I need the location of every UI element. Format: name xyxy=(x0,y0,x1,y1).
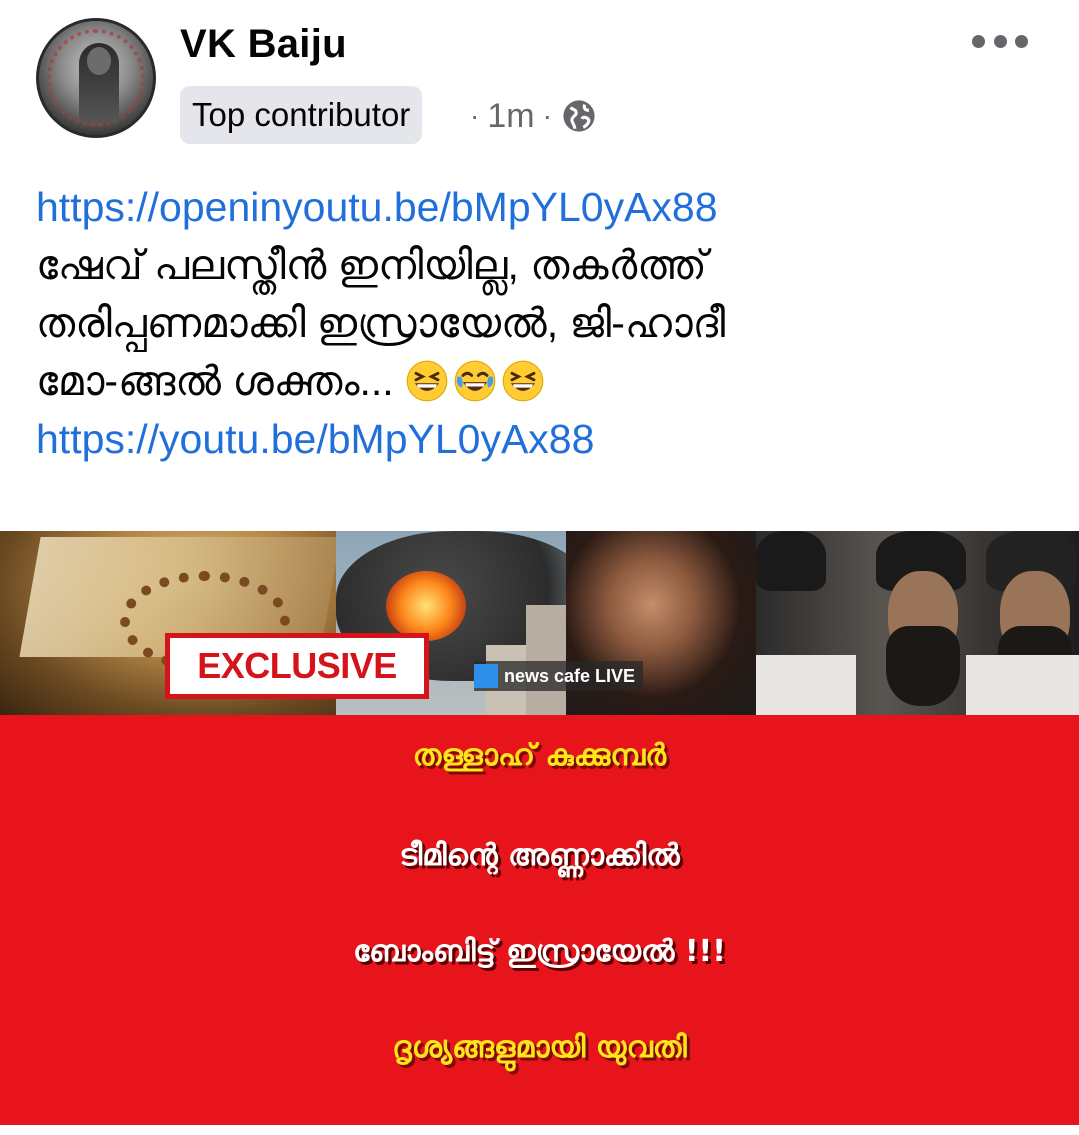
author-name[interactable]: VK Baiju xyxy=(180,22,347,67)
post-image[interactable]: EXCLUSIVE news cafe LIVE തള്ളാഹ് കുക്കുമ… xyxy=(0,531,1079,1135)
face-with-tears-of-joy-icon xyxy=(454,360,496,402)
more-dot xyxy=(1015,34,1028,48)
exclusive-label: EXCLUSIVE xyxy=(165,633,429,699)
top-contributor-badge[interactable]: Top contributor xyxy=(180,86,423,144)
post-meta: · 1m · xyxy=(462,92,596,140)
post-text-line-3: മോ-ങ്ങൽ ശക്തം... xyxy=(36,358,394,404)
meta-separator: · xyxy=(542,100,552,131)
post-link-1[interactable]: https://openinyoutu.be/bMpYL0yAx88 xyxy=(36,178,1046,236)
headline-line-1: തള്ളാഹ് കുക്കുമ്പർ xyxy=(412,738,667,773)
grinning-squinting-face-icon xyxy=(502,360,544,402)
channel-text: news cafe LIVE xyxy=(504,665,636,686)
post-text-line-3-wrap: മോ-ങ്ങൽ ശക്തം... xyxy=(36,352,1046,410)
post-link-2[interactable]: https://youtu.be/bMpYL0yAx88 xyxy=(36,410,1046,468)
meta-separator: · xyxy=(470,100,480,131)
image-robe xyxy=(966,655,1079,715)
globe-icon[interactable] xyxy=(562,99,596,133)
more-dot xyxy=(972,34,985,48)
image-robe xyxy=(756,655,856,715)
post-body: https://openinyoutu.be/bMpYL0yAx88 ഷേവ് … xyxy=(36,178,1046,468)
grinning-squinting-face-icon xyxy=(406,360,448,402)
image-beard xyxy=(886,626,960,706)
more-dot xyxy=(993,34,1007,48)
author-avatar[interactable] xyxy=(36,18,156,138)
headline-panel: തള്ളാഹ് കുക്കുമ്പർ ടീമിന്റെ അണ്ണാക്കിൽ ബ… xyxy=(0,715,1079,1135)
panel-bottom-border xyxy=(0,1125,1079,1135)
channel-label: news cafe LIVE xyxy=(474,661,644,691)
post-text-line-2: തരിപ്പണമാക്കി ഇസ്രായേൽ, ജി-ഹാദീ xyxy=(36,300,726,346)
headline-line-4: ദൃശ്യങ്ങളുമായി യുവതി xyxy=(392,1030,687,1065)
image-group-of-men xyxy=(756,531,1079,715)
headline-line-3: ബോംബിട്ട് ഇസ്രായേൽ !!! xyxy=(353,934,726,969)
post-time[interactable]: 1m xyxy=(487,97,534,136)
post-header: VK Baiju Top contributor · 1m · xyxy=(0,0,1079,160)
image-fire xyxy=(386,571,466,641)
more-options-icon[interactable] xyxy=(972,28,1028,54)
post-text-line-1: ഷേവ് പലസ്തീൻ ഇനിയില്ല, തകർത്ത് xyxy=(36,242,707,288)
headline-line-2: ടീമിന്റെ അണ്ണാക്കിൽ xyxy=(399,838,680,873)
avatar-head xyxy=(87,47,111,75)
image-turban xyxy=(756,531,826,591)
exclusive-text: EXCLUSIVE xyxy=(197,645,397,686)
channel-logo-square xyxy=(474,664,498,688)
image-photo-strip: EXCLUSIVE news cafe LIVE xyxy=(0,531,1079,715)
